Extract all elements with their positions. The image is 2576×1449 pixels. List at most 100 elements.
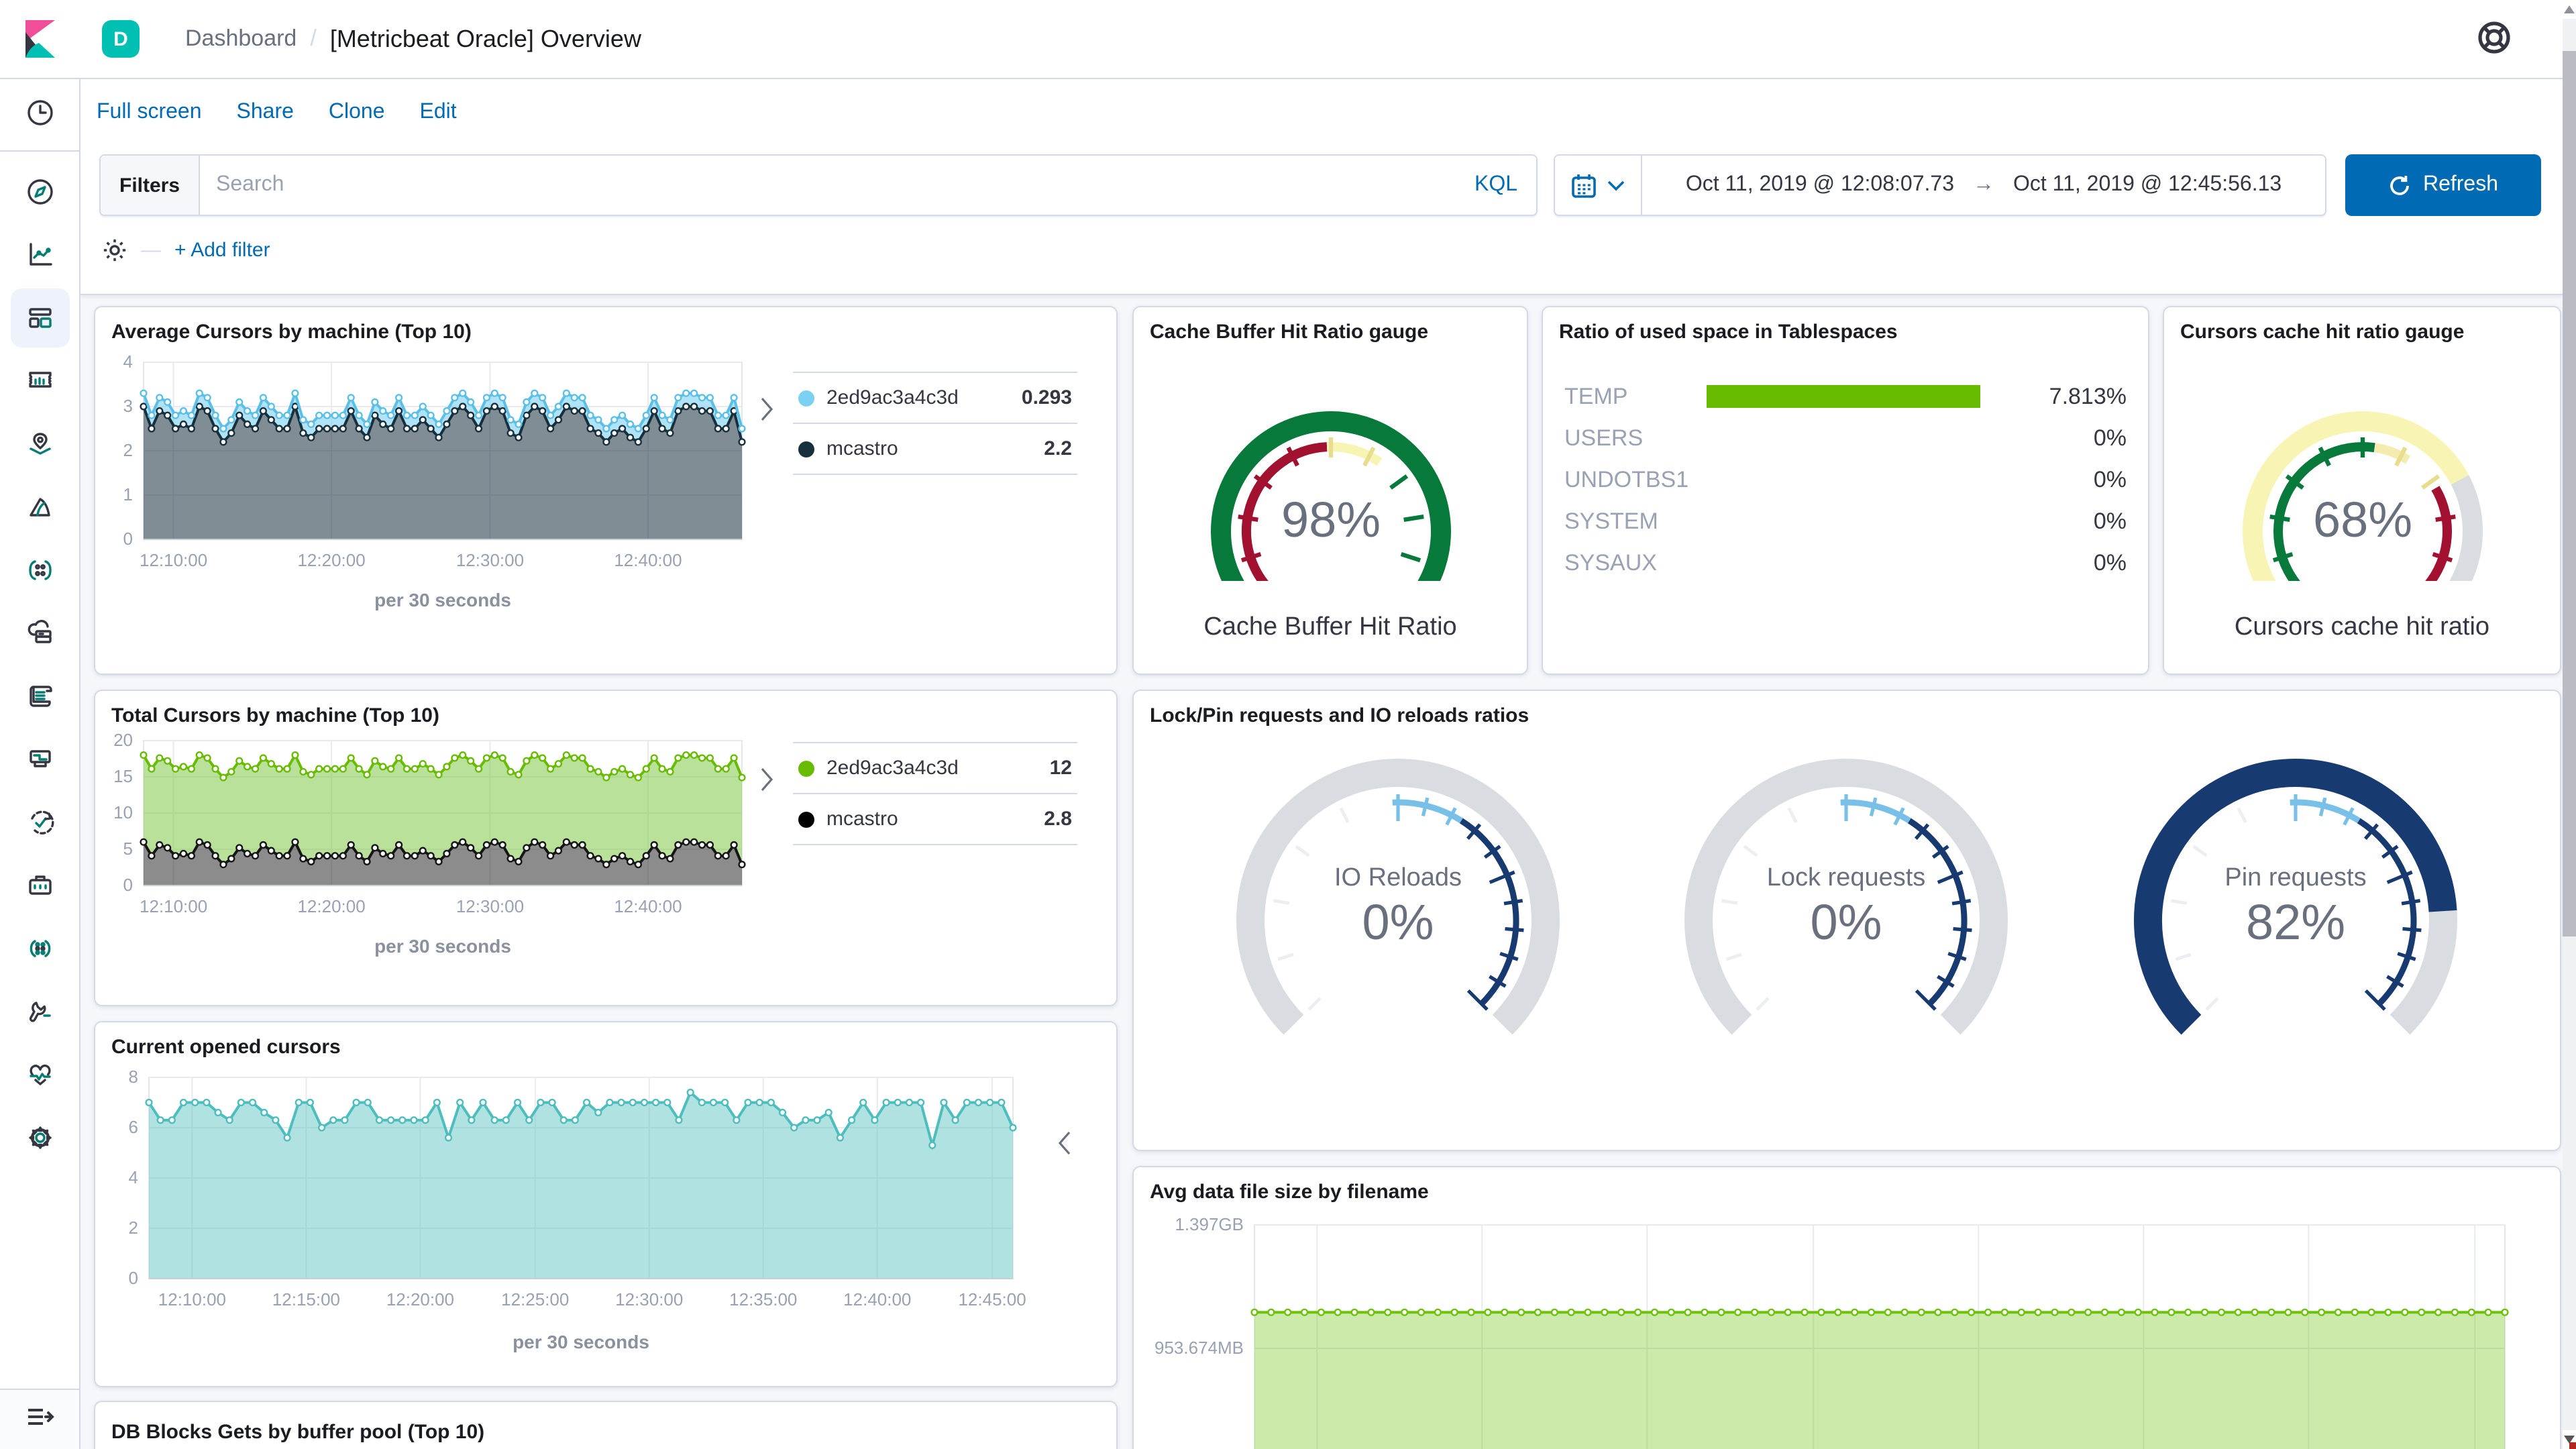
calendar-icon (1572, 174, 1596, 197)
sidebar-item-recently-viewed[interactable] (10, 83, 69, 142)
tablespace-bar-zone (1707, 468, 2011, 491)
panel-title: Current opened cursors (111, 1036, 341, 1059)
sidebar-item-management[interactable] (10, 1108, 69, 1167)
sidebar-collapse-button[interactable] (0, 1389, 79, 1449)
legend-item[interactable]: 2ed9ac3a4c3d 0.293 (793, 372, 1077, 423)
tablespace-bar-zone (1707, 510, 2011, 533)
sidebar-item-canvas[interactable] (10, 352, 69, 411)
scrollbar-thumb[interactable] (2563, 51, 2576, 936)
svg-text:0: 0 (123, 875, 133, 895)
filters-button[interactable]: Filters (101, 156, 201, 215)
svg-text:12:20:00: 12:20:00 (297, 896, 365, 916)
refresh-icon (2390, 175, 2409, 195)
sidebar-divider (0, 150, 79, 152)
sidebar-item-share[interactable] (10, 919, 69, 978)
panel-title: Average Cursors by machine (Top 10) (111, 321, 472, 343)
tablespace-value: 0% (2093, 466, 2127, 492)
space-badge[interactable]: D (102, 20, 140, 58)
svg-text:2: 2 (123, 440, 133, 460)
share-button[interactable]: Share (237, 101, 294, 125)
sidebar-item-machine-learning[interactable] (10, 478, 69, 537)
sidebar-item-dev-tools[interactable] (10, 982, 69, 1041)
graph-icon (28, 560, 51, 580)
time-range-end[interactable]: Oct 11, 2019 @ 12:45:56.13 (2013, 173, 2282, 197)
svg-text:12:40:00: 12:40:00 (614, 550, 682, 570)
scroll-up-arrow-icon[interactable] (2564, 5, 2575, 13)
gauge-io-reloads[interactable]: IO Reloads 0% (1183, 730, 1613, 1065)
sidebar-item-discover[interactable] (10, 162, 69, 221)
scrollbar-track[interactable] (2563, 19, 2576, 1430)
svg-text:0: 0 (123, 529, 133, 549)
query-bar: Filters Search KQL (99, 154, 1538, 216)
panel-cursors-cache-gauge: Cursors cache hit ratio gauge 68% Cursor… (2163, 306, 2561, 675)
sidebar-item-uptime[interactable] (10, 793, 69, 852)
legend-item[interactable]: 2ed9ac3a4c3d 12 (793, 742, 1077, 793)
svg-text:12:40:00: 12:40:00 (614, 896, 682, 916)
panel-title: Avg data file size by filename (1150, 1181, 1429, 1203)
cloud-server-icon (27, 620, 51, 643)
svg-text:0%: 0% (1811, 894, 1882, 950)
gauge-lock-requests[interactable]: Lock requests 0% (1632, 730, 2061, 1065)
full-screen-button[interactable]: Full screen (97, 101, 202, 125)
svg-text:Pin requests: Pin requests (2224, 863, 2366, 892)
gear-icon[interactable] (102, 237, 127, 263)
breadcrumb-dashboard-link[interactable]: Dashboard (185, 25, 297, 52)
svg-text:1.397GB: 1.397GB (1175, 1214, 1244, 1234)
calendar-dropdown-button[interactable] (1555, 156, 1642, 215)
refresh-button[interactable]: Refresh (2345, 154, 2541, 216)
sidebar-item-logs[interactable] (10, 667, 69, 726)
kibana-logo-icon[interactable] (0, 0, 80, 78)
sidebar-item-visualize[interactable] (10, 225, 69, 284)
cursors-cache-gauge[interactable]: 68% (2164, 346, 2560, 616)
svg-text:98%: 98% (1281, 492, 1380, 547)
sidebar-item-graph[interactable] (10, 541, 69, 600)
scroll-icon (29, 686, 52, 707)
search-input[interactable]: Search (200, 173, 1456, 197)
svg-text:12:30:00: 12:30:00 (456, 896, 524, 916)
sidebar-item-metrics[interactable] (10, 604, 69, 663)
legend-item[interactable]: mcastro 2.2 (793, 423, 1077, 475)
legend-item[interactable]: mcastro 2.8 (793, 793, 1077, 845)
vertical-scrollbar[interactable] (2563, 0, 2576, 1449)
add-filter-button[interactable]: + Add filter (174, 239, 270, 262)
separator-dash: — (141, 239, 161, 262)
tablespace-bar-zone (1707, 427, 2011, 449)
tablespace-name: UNDOTBS1 (1564, 466, 1689, 492)
sidebar-item-dashboard[interactable] (10, 288, 69, 347)
sidebar-item-siem[interactable] (10, 856, 69, 915)
tablespace-list: TEMP 7.813% USERS 0% UNDOTBS1 0% SYSTEM 0% SYSAU… (1543, 346, 2148, 584)
svg-text:6: 6 (129, 1117, 138, 1137)
tablespace-value: 0% (2093, 549, 2127, 575)
avg-file-size-chart[interactable]: 1.397GB953.674MB476.837MB0B (1134, 1206, 2560, 1449)
trio-gauge-row: IO Reloads 0% Lock requests 0% Pin requests 8… (1134, 730, 2560, 1065)
kql-button[interactable]: KQL (1456, 173, 1536, 197)
time-range-start[interactable]: Oct 11, 2019 @ 12:08:07.73 (1686, 173, 1954, 197)
legend-expand-icon[interactable] (758, 396, 774, 423)
legend-collapse-icon[interactable] (1056, 1130, 1072, 1157)
panel-db-blocks: DB Blocks Gets by buffer pool (Top 10) (94, 1401, 1118, 1449)
help-icon[interactable] (2477, 20, 2512, 62)
gauge-pin-requests[interactable]: Pin requests 82% (2081, 730, 2510, 1065)
edit-button[interactable]: Edit (420, 101, 457, 125)
panel-total-cursors: Total Cursors by machine (Top 10) 0 5 10 15… (94, 690, 1118, 1006)
series-dot (798, 811, 814, 827)
panel-title: Lock/Pin requests and IO reloads ratios (1150, 704, 1529, 727)
svg-text:12:40:00: 12:40:00 (843, 1289, 911, 1309)
legend-expand-icon[interactable] (758, 766, 774, 793)
sidebar-item-maps[interactable] (10, 415, 69, 474)
tablespace-value: 0% (2093, 508, 2127, 533)
svg-text:8: 8 (129, 1067, 138, 1087)
sidebar-item-infrastructure[interactable] (10, 730, 69, 789)
panel-current-cursors: Current opened cursors 0 2 4 6 8 12:10:00 12:1… (94, 1021, 1118, 1387)
panel-average-cursors: Average Cursors by machine (Top 10) 0 1 2 3… (94, 306, 1118, 675)
svg-text:per 30 seconds: per 30 seconds (513, 1332, 649, 1352)
tablespace-row: USERS 0% (1564, 417, 2127, 459)
dashboard-toolbar: Full screen Share Clone Edit Filters Sea… (80, 79, 2563, 295)
clone-button[interactable]: Clone (329, 101, 385, 125)
current-cursors-chart[interactable]: 0 2 4 6 8 12:10:00 12:15:00 12:20:00 12:25:00 12:… (95, 1061, 1116, 1363)
cache-buffer-gauge[interactable]: 98% (1134, 346, 1527, 616)
sidebar-item-monitoring[interactable] (10, 1045, 69, 1104)
svg-text:2: 2 (129, 1218, 138, 1238)
panel-cache-buffer-gauge: Cache Buffer Hit Ratio gauge 98% Cache B… (1132, 306, 1528, 675)
tablespace-row: SYSAUX 0% (1564, 542, 2127, 584)
